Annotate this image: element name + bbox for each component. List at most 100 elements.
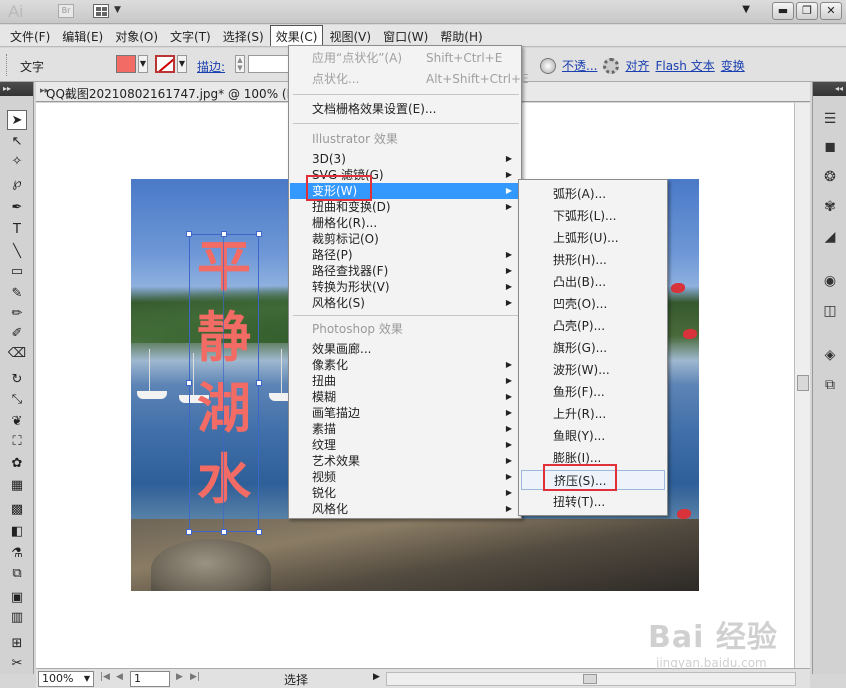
status-menu-arrow-icon[interactable]: ▶ [373,672,380,682]
effect-path-item[interactable]: 路径(P) ▶ [290,247,520,263]
rotate-tool-icon[interactable]: ↻ [7,370,27,390]
effect-convert-to-shape-item[interactable]: 转换为形状(V) ▶ [290,279,520,295]
warp-shell-upper-item[interactable]: 凸壳(P)... [521,316,665,336]
warp-wave-item[interactable]: 波形(W)... [521,360,665,380]
minimize-button[interactable]: ▬ [772,2,794,20]
close-button[interactable]: ✕ [820,2,842,20]
artboard-number-select[interactable]: 1 [130,671,170,687]
gradient-panel-icon[interactable]: ◢ [820,228,840,246]
warp-twist-item[interactable]: 扭转(T)... [521,492,665,512]
warp-rise-item[interactable]: 上升(R)... [521,404,665,424]
warp-fish-item[interactable]: 鱼形(F)... [521,382,665,402]
document-title[interactable]: QQ截图20210802161747.jpg* @ 100% (R [46,85,295,102]
ps-artistic-item[interactable]: 艺术效果 ▶ [290,453,520,469]
pen-tool-icon[interactable]: ✒ [7,198,27,218]
gradient-tool-icon[interactable]: ◧ [7,522,27,542]
transform-link[interactable]: 变换 [721,57,745,74]
chevron-down-icon[interactable]: ▼ [114,5,121,15]
stroke-weight-input[interactable] [248,55,290,73]
tools-collapse-icon[interactable]: ▸▸ [0,82,33,96]
zoom-select[interactable]: 100% ▼ [38,671,94,687]
bridge-icon[interactable]: Br [58,4,74,18]
mesh-tool-icon[interactable]: ▩ [7,500,27,520]
effect-stylize-item[interactable]: 风格化(S) ▶ [290,295,520,311]
align-link[interactable]: 对齐 [625,57,649,74]
fill-chevron-icon[interactable]: ▼ [138,55,148,73]
appearance-panel-icon[interactable]: ◉ [820,272,840,290]
rectangle-tool-icon[interactable]: ▭ [7,262,27,282]
last-artboard-icon[interactable]: ▶| [190,672,200,682]
free-transform-tool-icon[interactable]: ⛶ [7,432,27,452]
magic-wand-tool-icon[interactable]: ✧ [7,152,27,172]
current-tool-status[interactable]: 选择 [284,671,308,688]
ps-effect-gallery-item[interactable]: 效果画廊... [290,341,520,357]
ps-texture-item[interactable]: 纹理 ▶ [290,437,520,453]
warp-shell-lower-item[interactable]: 凹壳(O)... [521,294,665,314]
warp-arc-item[interactable]: 弧形(A)... [521,184,665,204]
effect-distort-transform-item[interactable]: 扭曲和变换(D) ▶ [290,199,520,215]
bounding-handle[interactable] [256,231,262,237]
slice-tool-icon[interactable]: ✂ [7,654,27,674]
recolor-icon[interactable] [603,57,620,74]
menu-file[interactable]: 文件(F) [4,25,56,46]
ps-stylize-item[interactable]: 风格化 ▶ [290,501,520,517]
warp-fisheye-item[interactable]: 鱼眼(Y)... [521,426,665,446]
previous-artboard-icon[interactable]: ◀ [116,672,123,682]
opacity-mask-icon[interactable] [540,57,556,74]
blob-brush-tool-icon[interactable]: ✐ [7,324,27,344]
swatches-icon[interactable]: ✾ [820,198,840,216]
ps-sketch-item[interactable]: 素描 ▶ [290,421,520,437]
effect-3d-item[interactable]: 3D(3) ▶ [290,151,520,167]
dock-collapse-icon[interactable]: ◂◂ [813,82,846,96]
artboard-tool-icon[interactable]: ⊞ [7,634,27,654]
last-effect-item[interactable]: 点状化... Alt+Shift+Ctrl+E [290,71,529,87]
symbol-sprayer-tool-icon[interactable]: ✿ [7,454,27,474]
color-panel-icon[interactable]: ◼ [820,138,840,156]
stroke-label[interactable]: 描边: [197,58,225,75]
bounding-handle[interactable] [221,529,227,535]
next-artboard-icon[interactable]: ▶ [176,672,183,682]
fill-color-swatch[interactable] [116,55,136,73]
live-paint-tool-icon[interactable]: ▣ [7,588,27,608]
arrange-documents-icon[interactable] [93,4,109,18]
transparency-panel-icon[interactable]: ◫ [820,302,840,320]
bounding-handle[interactable] [221,231,227,237]
bounding-handle[interactable] [186,529,192,535]
bounding-handle[interactable] [256,380,262,386]
menu-type[interactable]: 文字(T) [164,25,217,46]
panel-grip[interactable] [6,54,10,76]
stroke-weight-stepper[interactable]: ▲ ▼ [235,55,245,73]
vertical-scroll-thumb[interactable] [797,375,809,391]
bounding-handle[interactable] [256,529,262,535]
pencil-tool-icon[interactable]: ✏ [7,304,27,324]
color-guide-icon[interactable]: ❂ [820,168,840,186]
menu-object[interactable]: 对象(O) [109,25,164,46]
opacity-link[interactable]: 不透... [562,57,597,74]
warp-bulge-item[interactable]: 凸出(B)... [521,272,665,292]
type-tool-icon[interactable]: T [7,220,27,240]
horizontal-scrollbar[interactable] [386,672,796,686]
ps-pixelate-item[interactable]: 像素化 ▶ [290,357,520,373]
warp-flag-item[interactable]: 旗形(G)... [521,338,665,358]
column-graph-tool-icon[interactable]: ▥ [7,608,27,628]
selection-tool-icon[interactable]: ➤ [7,110,27,130]
line-tool-icon[interactable]: ╲ [7,242,27,262]
menu-select[interactable]: 选择(S) [217,25,270,46]
artboards-panel-icon[interactable]: ⧉ [820,376,840,394]
direct-selection-tool-icon[interactable]: ↖ [7,132,27,152]
lasso-tool-icon[interactable]: ℘ [7,174,27,194]
eraser-tool-icon[interactable]: ⌫ [7,344,27,364]
effect-rasterize-item[interactable]: 栅格化(R)... [290,215,520,231]
workspace-chevron-icon[interactable]: ▼ [742,4,750,15]
stroke-color-swatch[interactable] [155,55,175,73]
ps-sharpen-item[interactable]: 锐化 ▶ [290,485,520,501]
warp-arch-item[interactable]: 拱形(H)... [521,250,665,270]
menu-edit[interactable]: 编辑(E) [56,25,109,46]
graph-tool-icon[interactable]: ▦ [7,476,27,496]
raster-effects-settings-item[interactable]: 文档栅格效果设置(E)... [290,101,520,117]
warp-arc-lower-item[interactable]: 下弧形(L)... [521,206,665,226]
menu-view[interactable]: 视图(V) [323,25,377,46]
blend-tool-icon[interactable]: ⧉ [7,564,27,584]
bounding-handle[interactable] [186,231,192,237]
ps-distort-item[interactable]: 扭曲 ▶ [290,373,520,389]
